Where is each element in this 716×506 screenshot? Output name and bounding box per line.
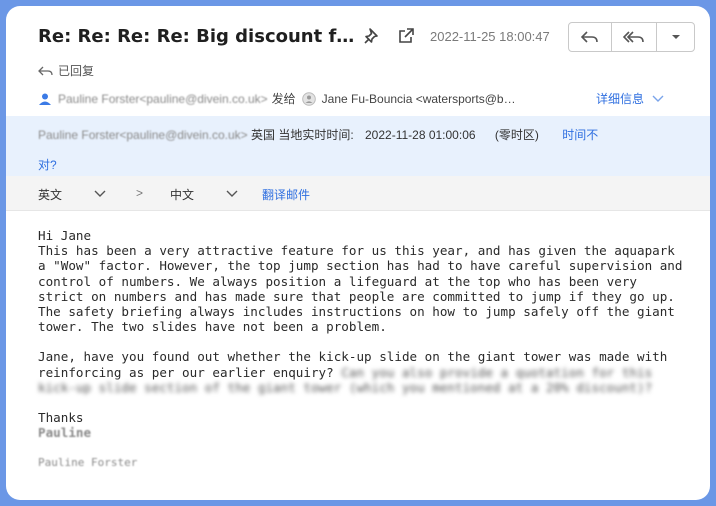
signoff-name: Pauline: [38, 425, 92, 441]
chevron-down-icon[interactable]: [94, 190, 106, 198]
body-paragraph: This has been a very attractive feature …: [38, 243, 683, 335]
local-time: 2022-11-28 01:00:06: [365, 128, 476, 142]
reply-all-button[interactable]: [612, 23, 657, 51]
signature: Pauline Forster: [38, 456, 138, 470]
replied-label: 已回复: [58, 64, 95, 78]
chevron-down-icon: [652, 95, 664, 102]
pin-icon[interactable]: [362, 26, 382, 46]
person-icon: [39, 93, 51, 105]
reply-button[interactable]: [569, 23, 612, 51]
header: Re: Re: Re: Re: Big discount f… 2022-11-…: [6, 6, 710, 56]
more-dropdown-icon: [671, 35, 680, 39]
greeting: Hi Jane: [38, 228, 92, 243]
email-body: Hi Jane This has been a very attractive …: [38, 228, 686, 471]
language-arrow: >: [136, 186, 144, 200]
reply-icon: [38, 66, 53, 75]
sender-recipient-row: Pauline Forster<pauline@divein.co.uk> 发给…: [38, 90, 516, 107]
notice-line: Pauline Forster<pauline@divein.co.uk> 英国…: [38, 126, 598, 143]
sender-address[interactable]: Pauline Forster<pauline@divein.co.uk>: [58, 92, 268, 106]
email-reader-window: Re: Re: Re: Re: Big discount f… 2022-11-…: [6, 6, 710, 500]
local-time-label: 英国 当地实时时间:: [250, 128, 354, 142]
target-language-select[interactable]: 中文: [170, 186, 194, 203]
replied-status: 已回复: [38, 62, 94, 79]
wrong-time-link-continued[interactable]: 对?: [38, 156, 57, 173]
reply-icon: [580, 31, 598, 43]
email-subject: Re: Re: Re: Re: Big discount f…: [38, 26, 355, 47]
reply-all-icon: [623, 31, 644, 43]
translate-bar: 英文 > 中文 翻译邮件: [6, 176, 710, 211]
more-actions-button[interactable]: [657, 23, 694, 51]
details-label: 详细信息: [596, 92, 645, 106]
source-language-select[interactable]: 英文: [38, 186, 62, 203]
notice-sender: Pauline Forster<pauline@divein.co.uk>: [38, 128, 248, 142]
translate-email-button[interactable]: 翻译邮件: [262, 186, 310, 203]
sent-to-label: 发给: [271, 92, 296, 106]
wrong-time-link[interactable]: 时间不: [562, 128, 598, 142]
details-link[interactable]: 详细信息: [596, 90, 664, 107]
local-time-notice: Pauline Forster<pauline@divein.co.uk> 英国…: [6, 116, 710, 176]
contact-icon: [301, 91, 316, 106]
reply-button-group: [568, 22, 695, 52]
timezone: (零时区): [494, 128, 539, 142]
closing: Thanks: [38, 410, 84, 426]
popout-icon[interactable]: [396, 26, 416, 46]
email-date: 2022-11-25 18:00:47: [430, 29, 550, 44]
recipient-address[interactable]: Jane Fu-Bouncia <watersports@b…: [322, 92, 516, 106]
body-paragraph: Jane, have you found out whether the kic…: [38, 349, 686, 395]
chevron-down-icon[interactable]: [226, 190, 238, 198]
